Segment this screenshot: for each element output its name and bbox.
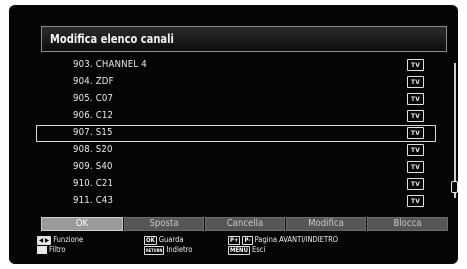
channel-name: 903. CHANNEL 4: [73, 59, 147, 70]
delete-button[interactable]: Cancella: [205, 217, 285, 231]
ok-button[interactable]: OK: [41, 217, 123, 231]
page-label: Pagina AVANTI/INDIETRO: [254, 235, 339, 244]
tv-badge-icon: TV: [407, 110, 424, 122]
function-label: Funzione: [53, 235, 84, 244]
page-up-key-icon: P+: [228, 235, 241, 245]
tv-badge-icon: TV: [407, 161, 424, 173]
legend-navigation: ◀ ▶ Funzione Filtro: [37, 235, 83, 255]
menu-key-icon: MENU: [228, 245, 250, 255]
channel-name: 908. S20: [73, 144, 113, 155]
edit-button[interactable]: Modifica: [286, 217, 366, 231]
legend-ok-return: OK Guarda RETURN Indietro: [144, 235, 192, 255]
channel-row[interactable]: 905. C07 TV: [36, 91, 436, 108]
tv-badge-icon: TV: [407, 127, 424, 139]
channel-row[interactable]: 908. S20 TV: [36, 142, 436, 159]
channel-row[interactable]: 911. C43 TV: [36, 193, 436, 210]
return-key-icon: RETURN: [144, 245, 165, 255]
channel-list: 903. CHANNEL 4 TV 904. ZDF TV 905. C07 T…: [36, 55, 449, 210]
back-label: Indietro: [166, 245, 193, 254]
channel-name: 905. C07: [73, 93, 114, 104]
scrollbar-thumb[interactable]: [451, 181, 458, 193]
scrollbar-track[interactable]: [454, 63, 456, 198]
channel-name: 909. S40: [73, 161, 113, 172]
tv-badge-icon: TV: [407, 76, 424, 88]
channel-name: 911. C43: [73, 195, 114, 206]
channel-list-screen: Modifica elenco canali 903. CHANNEL 4 TV…: [9, 5, 458, 264]
channel-name: 906. C12: [73, 110, 114, 121]
exit-label: Esci: [251, 245, 266, 254]
tv-badge-icon: TV: [407, 93, 424, 105]
title-bar: Modifica elenco canali: [41, 26, 447, 52]
lock-button[interactable]: Blocca: [367, 217, 448, 231]
channel-row-selected[interactable]: 907. S15 TV: [36, 125, 436, 142]
action-bar: OK Sposta Cancella Modifica Blocca: [41, 217, 448, 231]
page-title: Modifica elenco canali: [50, 32, 174, 46]
channel-row[interactable]: 903. CHANNEL 4 TV: [36, 57, 436, 74]
ok-key-icon: OK: [144, 235, 157, 245]
channel-name: 904. ZDF: [73, 76, 114, 87]
tv-badge-icon: TV: [407, 195, 424, 207]
filter-label: Filtro: [49, 245, 66, 254]
channel-row[interactable]: 910. C21 TV: [36, 176, 436, 193]
tv-badge-icon: TV: [407, 59, 424, 71]
left-right-arrows-icon: ◀ ▶: [37, 235, 52, 245]
legend-page-menu: P+ P- Pagina AVANTI/INDIETRO MENU Esci: [228, 235, 338, 255]
watch-label: Guarda: [158, 235, 184, 244]
channel-name: 907. S15: [73, 127, 113, 138]
tv-badge-icon: TV: [407, 144, 424, 156]
move-button[interactable]: Sposta: [124, 217, 204, 231]
channel-name: 910. C21: [73, 178, 114, 189]
page-down-key-icon: P-: [242, 235, 253, 245]
channel-row[interactable]: 909. S40 TV: [36, 159, 436, 176]
channel-row[interactable]: 904. ZDF TV: [36, 74, 436, 91]
filter-color-key-icon: [37, 246, 47, 254]
channel-row[interactable]: 906. C12 TV: [36, 108, 436, 125]
tv-badge-icon: TV: [407, 178, 424, 190]
